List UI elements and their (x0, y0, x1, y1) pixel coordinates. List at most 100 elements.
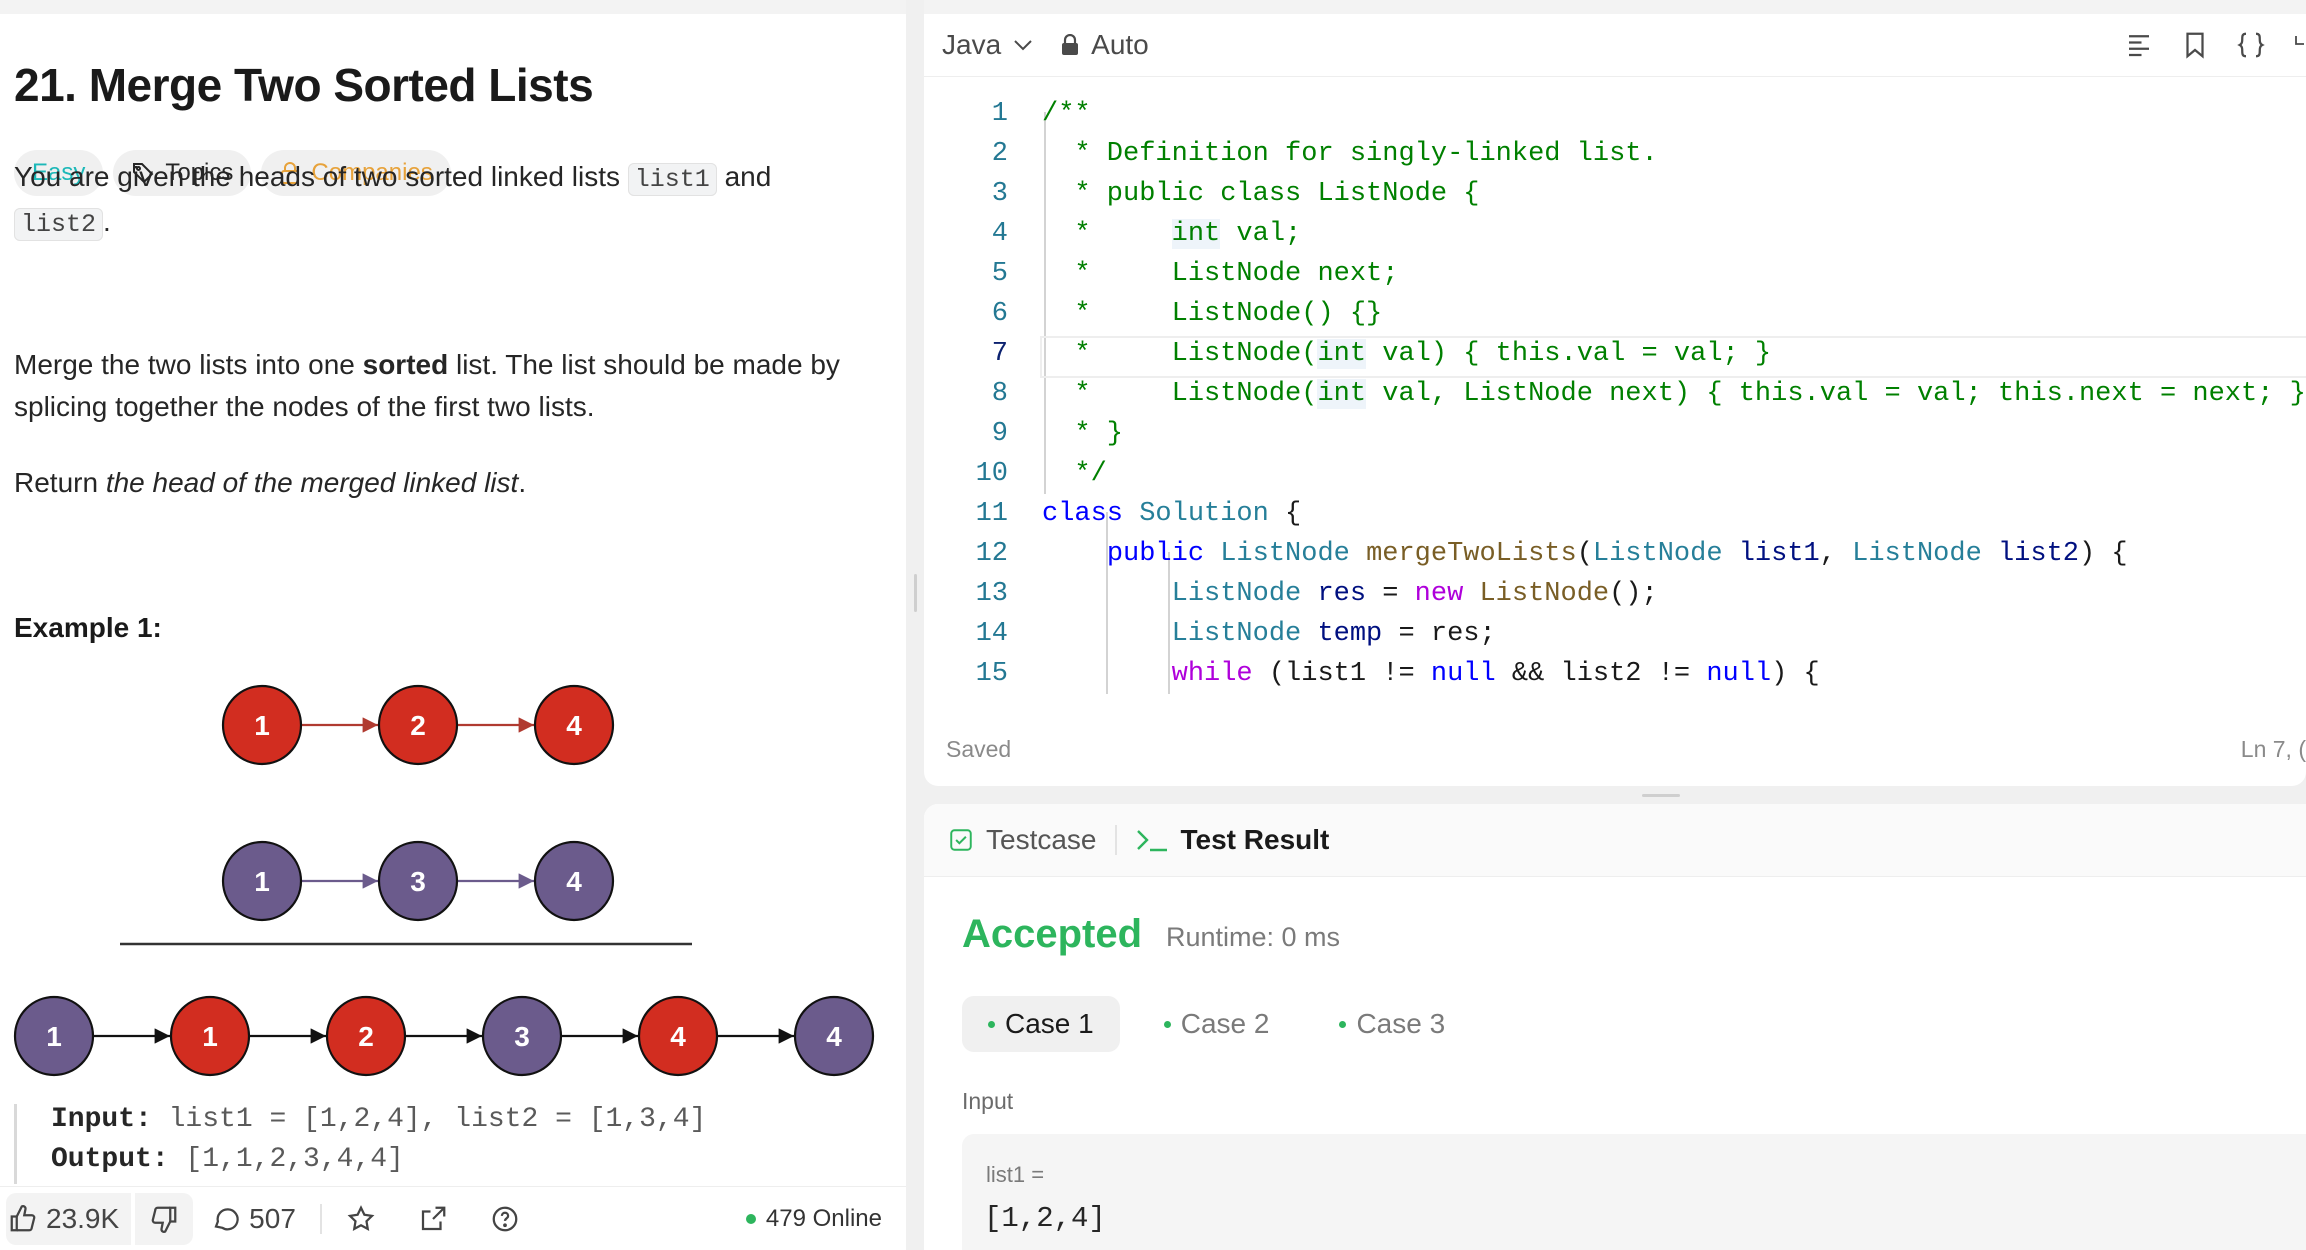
code-text: * ListNode() {} (1042, 299, 1383, 329)
code-text: * ListNode next; (1042, 259, 1399, 289)
tab-testcase-label: Testcase (986, 824, 1097, 855)
input-var-name: list1 = (986, 1162, 1045, 1187)
example-title: Example 1: (14, 612, 162, 643)
code-line: 15 while (list1 != null && list2 != null… (924, 654, 2306, 694)
editor-resize-handle[interactable] (1642, 794, 1680, 797)
pass-dot (1339, 1020, 1347, 1028)
description-paragraph-3: Return the head of the merged linked lis… (14, 462, 874, 504)
desc-bold: sorted (362, 349, 449, 380)
format-icon[interactable] (2124, 30, 2154, 60)
result-tabs: Testcase Test Result (924, 804, 2306, 877)
code-line: 12 public ListNode mergeTwoLists(ListNod… (924, 534, 2306, 574)
line-number: 10 (975, 459, 1008, 489)
language-select[interactable]: Java (942, 29, 1033, 61)
code-text: /** (1042, 99, 1091, 129)
line-number: 6 (991, 299, 1008, 329)
example-io: Input: list1 = [1,2,4], list2 = [1,3,4] … (14, 1104, 897, 1184)
favorite-button[interactable] (346, 1193, 376, 1245)
like-count: 23.9K (46, 1203, 120, 1234)
share-icon (421, 1206, 446, 1231)
code-text: * public class ListNode { (1042, 179, 1480, 209)
code-text: * Definition for singly-linked list. (1042, 139, 1658, 169)
verdict-status: Accepted (962, 912, 1143, 956)
input-value: list1 = [1,2,4], list2 = [1,3,4] (151, 1104, 707, 1135)
input-var-value: [1,2,4] (984, 1202, 1106, 1235)
braces-icon[interactable] (2236, 30, 2266, 60)
code-text: */ (1042, 459, 1107, 489)
list1-node-label: 1 (254, 710, 270, 741)
tab-result-label: Test Result (1180, 824, 1330, 855)
panel-resize-handle[interactable] (914, 574, 917, 612)
comments-button[interactable]: 507 (211, 1193, 296, 1245)
help-button[interactable] (490, 1193, 520, 1245)
code-line: 10 */ (924, 454, 2306, 494)
case-tab-3[interactable]: Case 3 (1313, 996, 1471, 1052)
code-line: 13 ListNode res = new ListNode(); (924, 574, 2306, 614)
desc-text: Merge the two lists into one (14, 349, 363, 380)
auto-mode-toggle[interactable]: Auto (1061, 29, 1149, 61)
pass-dot (988, 1020, 995, 1028)
editor-status-bar: Saved Ln 7, ( (924, 730, 2306, 770)
code-line: 5 * ListNode next; (924, 254, 2306, 294)
bookmark-icon[interactable] (2180, 30, 2210, 60)
code-line: 2 * Definition for singly-linked list. (924, 134, 2306, 174)
code-line: 4 * int val; (924, 214, 2306, 254)
editor-tools (2124, 30, 2306, 60)
pass-dot (1163, 1020, 1171, 1028)
code-line: 9 * } (924, 414, 2306, 454)
code-editor-panel: Java Auto 1 /** 2 * Definition for singly… (924, 0, 2306, 786)
input-label: Input: (51, 1104, 152, 1135)
line-number: 4 (991, 219, 1008, 249)
tab-separator (1114, 825, 1117, 855)
comment-count: 507 (249, 1203, 296, 1234)
online-dot (745, 1214, 756, 1224)
line-number: 11 (975, 499, 1008, 529)
merged-node-label: 1 (202, 1021, 218, 1052)
case-label: Case 2 (1180, 1008, 1270, 1039)
share-button[interactable] (418, 1193, 448, 1245)
line-number: 13 (975, 579, 1008, 609)
case-tabs: Case 1 Case 2 Case 3 (962, 996, 1471, 1052)
dislike-button[interactable] (135, 1193, 194, 1245)
case-tab-1[interactable]: Case 1 (962, 996, 1120, 1052)
tab-test-result[interactable]: Test Result (1135, 824, 1330, 856)
checkbox-icon (950, 829, 972, 851)
desc-text: You are given the heads of two sorted li… (14, 161, 628, 192)
inline-code-list2: list2 (14, 208, 104, 241)
merged-node-label: 4 (826, 1021, 842, 1052)
list2-node-label: 4 (566, 866, 582, 897)
merged-node-label: 4 (670, 1021, 686, 1052)
code-text: * ListNode(int val, ListNode next) { thi… (1042, 379, 2306, 409)
line-number: 3 (991, 179, 1008, 209)
bar-separator (319, 1204, 322, 1234)
problem-panel: 21. Merge Two Sorted Lists Easy Topics C… (0, 0, 906, 1250)
chevron-down-icon (1014, 40, 1032, 51)
merged-node-label: 3 (514, 1021, 530, 1052)
panel-top-strip (0, 0, 906, 14)
line-number: 9 (991, 419, 1008, 449)
problem-title[interactable]: 21. Merge Two Sorted Lists (14, 58, 594, 112)
test-result-panel: Testcase Test Result Accepted Runtime: 0… (924, 804, 2306, 1250)
desc-italic: the head of the merged linked list (105, 467, 519, 498)
merged-node-label: 1 (46, 1021, 62, 1052)
code-line: 3 * public class ListNode { (924, 174, 2306, 214)
online-count: 479 Online (765, 1205, 882, 1232)
thumbs-down-icon (151, 1206, 177, 1233)
inline-code-list1: list1 (627, 163, 717, 196)
comment-icon (214, 1208, 239, 1231)
code-area[interactable]: 1 /** 2 * Definition for singly-linked li… (924, 94, 2306, 694)
list2-node-label: 1 (254, 866, 270, 897)
input-section-label: Input (962, 1088, 1014, 1114)
cursor-position: Ln 7, ( (2240, 736, 2306, 762)
like-button[interactable]: 23.9K (6, 1193, 132, 1245)
problem-action-bar: 23.9K 507 479 Online (0, 1186, 906, 1250)
save-status: Saved (946, 736, 1012, 762)
editor-toolbar: Java Auto (924, 14, 2306, 77)
runtime-text: Runtime: 0 ms (1166, 922, 1341, 952)
case-tab-2[interactable]: Case 2 (1138, 996, 1296, 1052)
line-number: 14 (975, 619, 1008, 649)
code-text: while (list1 != null && list2 != null) { (1171, 659, 1820, 689)
code-line-active: 7 * ListNode(int val) { this.val = val; … (924, 334, 2306, 374)
tab-testcase[interactable]: Testcase (948, 824, 1097, 856)
undo-icon[interactable] (2292, 30, 2306, 60)
